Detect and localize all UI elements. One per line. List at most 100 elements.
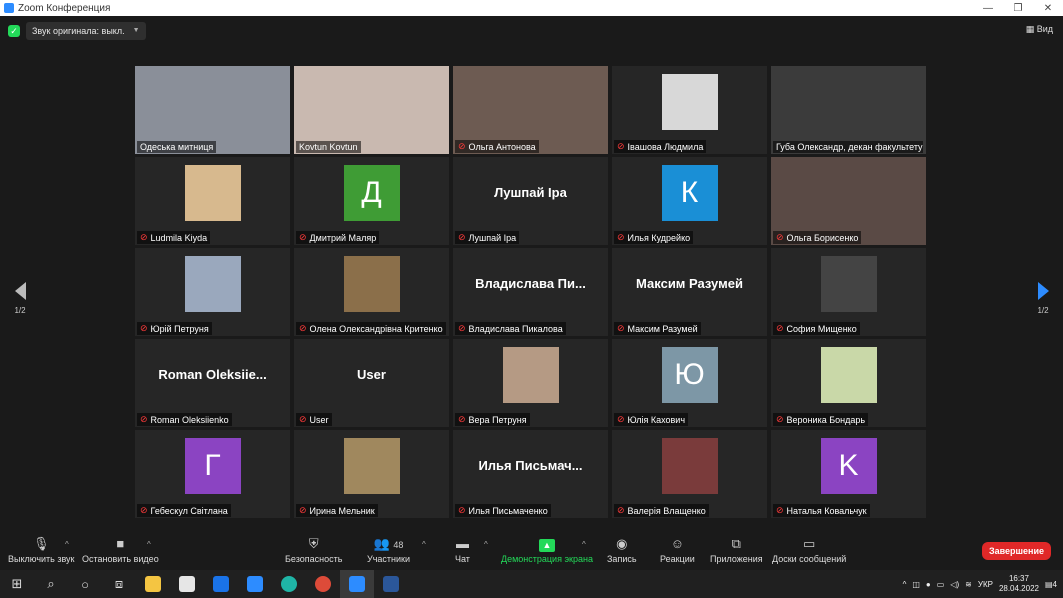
word-icon[interactable]: [374, 570, 408, 598]
participant-tile[interactable]: ⊘ Валерія Влащенко: [612, 430, 767, 518]
participant-tile[interactable]: Д ⊘ Дмитрий Маляр: [294, 157, 449, 245]
edge-icon[interactable]: [272, 570, 306, 598]
clock[interactable]: 16:37 28.04.2022: [999, 574, 1039, 594]
wifi-icon[interactable]: ≋: [965, 580, 972, 589]
chevron-down-icon[interactable]: ▼: [133, 22, 140, 40]
view-button[interactable]: ▦ Вид: [1026, 24, 1053, 35]
participant-tile[interactable]: Губа Олександр, декан факультету у...: [771, 66, 926, 154]
share-options-caret[interactable]: ^: [582, 540, 586, 549]
mail-icon[interactable]: [204, 570, 238, 598]
participant-name-label: ⊘ Roman Oleksiienko: [137, 413, 232, 426]
participant-tile[interactable]: Илья Письмач... ⊘ Илья Письмаченко: [453, 430, 608, 518]
participant-name: Владислава Пикалова: [468, 323, 563, 334]
minimize-button[interactable]: —: [973, 3, 1003, 14]
participant-tile[interactable]: Roman Oleksiie... ⊘ Roman Oleksiienko: [135, 339, 290, 427]
mic-muted-icon: ⊘: [776, 232, 784, 242]
participant-photo: [502, 347, 559, 403]
prev-page-button[interactable]: 1/2: [10, 282, 30, 315]
participant-tile[interactable]: Kovtun Kovtun: [294, 66, 449, 154]
mic-tray-icon[interactable]: ●: [926, 580, 931, 589]
share-screen-button[interactable]: ▲ Демонстрация экрана: [501, 536, 593, 564]
file-explorer-icon[interactable]: [136, 570, 170, 598]
volume-icon[interactable]: ◁): [950, 580, 959, 589]
meeting-area: ✓ Звук оригинала: выкл. ▼ ▦ Вид 1/2 1/2 …: [0, 16, 1063, 530]
apps-button[interactable]: ⧉ Приложения: [710, 536, 763, 564]
participant-name: Вероника Бондарь: [786, 414, 866, 425]
view-label: Вид: [1036, 24, 1053, 34]
participant-tile[interactable]: Ю ⊘ Юлія Кахович: [612, 339, 767, 427]
participant-avatar: K: [820, 438, 877, 494]
participant-tile[interactable]: ⊘ Юрій Петруня: [135, 248, 290, 336]
participant-tile[interactable]: K ⊘ Наталья Ковальчук: [771, 430, 926, 518]
whiteboards-button[interactable]: ▭ Доски сообщений: [772, 536, 846, 564]
participants-label: Участники: [367, 554, 410, 564]
original-sound-button[interactable]: Звук оригинала: выкл. ▼: [26, 22, 146, 40]
participant-name-label: ⊘ Юлія Кахович: [614, 413, 689, 426]
clock-time: 16:37: [1008, 574, 1029, 583]
participant-name-label: ⊘ Илья Письмаченко: [455, 504, 551, 517]
participant-tile[interactable]: К ⊘ Илья Кудрейко: [612, 157, 767, 245]
apps-icon: ⧉: [731, 536, 741, 551]
record-label: Запись: [607, 554, 637, 564]
participant-tile[interactable]: ⊘ Ирина Мельник: [294, 430, 449, 518]
chat-button[interactable]: ▬ Чат: [455, 536, 470, 564]
zoom-active-icon[interactable]: [340, 570, 374, 598]
record-button[interactable]: ◉ Запись: [607, 536, 637, 564]
participant-name: Дмитрий Маляр: [309, 232, 377, 243]
close-button[interactable]: ✕: [1033, 3, 1063, 14]
battery-icon[interactable]: ▭: [937, 580, 945, 589]
participant-tile[interactable]: ⊘ София Мищенко: [771, 248, 926, 336]
mic-muted-icon: ⊘: [299, 323, 307, 333]
audio-options-caret[interactable]: ^: [65, 540, 69, 549]
windows-start-icon[interactable]: ⊞: [0, 570, 34, 598]
task-view-icon[interactable]: ⧈: [102, 570, 136, 598]
participant-name-label: Губа Олександр, декан факультету у...: [773, 141, 923, 153]
participant-display-name: Владислава Пи...: [475, 276, 586, 291]
tray-chevron-icon[interactable]: ^: [903, 580, 907, 589]
maximize-button[interactable]: ❐: [1003, 3, 1033, 14]
participant-name-label: ⊘ Наталья Ковальчук: [773, 504, 870, 517]
participant-tile[interactable]: Максим Разумей ⊘ Максим Разумей: [612, 248, 767, 336]
participant-tile[interactable]: Лушпай Іра ⊘ Лушпай Іра: [453, 157, 608, 245]
participant-name-label: ⊘ София Мищенко: [773, 322, 860, 335]
participant-tile[interactable]: ⊘ Івашова Людмила: [612, 66, 767, 154]
participant-tile[interactable]: Владислава Пи... ⊘ Владислава Пикалова: [453, 248, 608, 336]
reactions-button[interactable]: ☺ Реакции: [660, 536, 695, 564]
participant-tile[interactable]: ⊘ Вера Петруня: [453, 339, 608, 427]
participant-name-label: ⊘ Илья Кудрейко: [614, 231, 694, 244]
participants-button[interactable]: 👥 48 Участники: [367, 536, 410, 564]
encryption-shield-icon[interactable]: ✓: [8, 25, 20, 37]
participant-tile[interactable]: ⊘ Ольга Борисенко: [771, 157, 926, 245]
participant-photo: [343, 256, 400, 312]
cortana-icon[interactable]: ○: [68, 570, 102, 598]
participant-tile[interactable]: ⊘ Вероника Бондарь: [771, 339, 926, 427]
end-meeting-button[interactable]: Завершение: [981, 542, 1051, 560]
participant-tile[interactable]: Г ⊘ Гебескул Світлана: [135, 430, 290, 518]
chrome-icon[interactable]: [306, 570, 340, 598]
participants-options-caret[interactable]: ^: [422, 540, 426, 549]
zoom-app-icon[interactable]: [238, 570, 272, 598]
participant-tile[interactable]: ⊘ Ольга Антонова: [453, 66, 608, 154]
participants-count: 48: [393, 540, 404, 550]
network-icon[interactable]: ◫: [912, 580, 920, 589]
participant-grid: Одеська митниця Kovtun Kovtun ⊘ Ольга Антон…: [135, 66, 926, 518]
participant-name: Ольга Антонова: [468, 141, 536, 152]
participant-tile[interactable]: ⊘ Олена Олександрівна Критенко: [294, 248, 449, 336]
participant-name: Юрій Петруня: [150, 323, 209, 334]
participant-tile[interactable]: User ⊘ User: [294, 339, 449, 427]
search-icon[interactable]: ⌕: [34, 570, 68, 598]
chat-options-caret[interactable]: ^: [484, 540, 488, 549]
next-page-button[interactable]: 1/2: [1033, 282, 1053, 315]
security-button[interactable]: ⛨ Безопасность: [285, 536, 342, 564]
video-options-caret[interactable]: ^: [147, 540, 151, 549]
participant-name-label: ⊘ Юрій Петруня: [137, 322, 212, 335]
mic-muted-icon: ⊘: [458, 323, 466, 333]
mic-muted-icon: ⊘: [299, 414, 307, 424]
store-icon[interactable]: [170, 570, 204, 598]
language-indicator[interactable]: УКР: [978, 580, 993, 589]
apps-label: Приложения: [710, 554, 763, 564]
participant-tile[interactable]: ⊘ Ludmila Kiyda: [135, 157, 290, 245]
participant-display-name: Максим Разумей: [636, 276, 743, 291]
participant-tile[interactable]: Одеська митниця: [135, 66, 290, 154]
notifications-icon[interactable]: ▤4: [1045, 580, 1057, 589]
